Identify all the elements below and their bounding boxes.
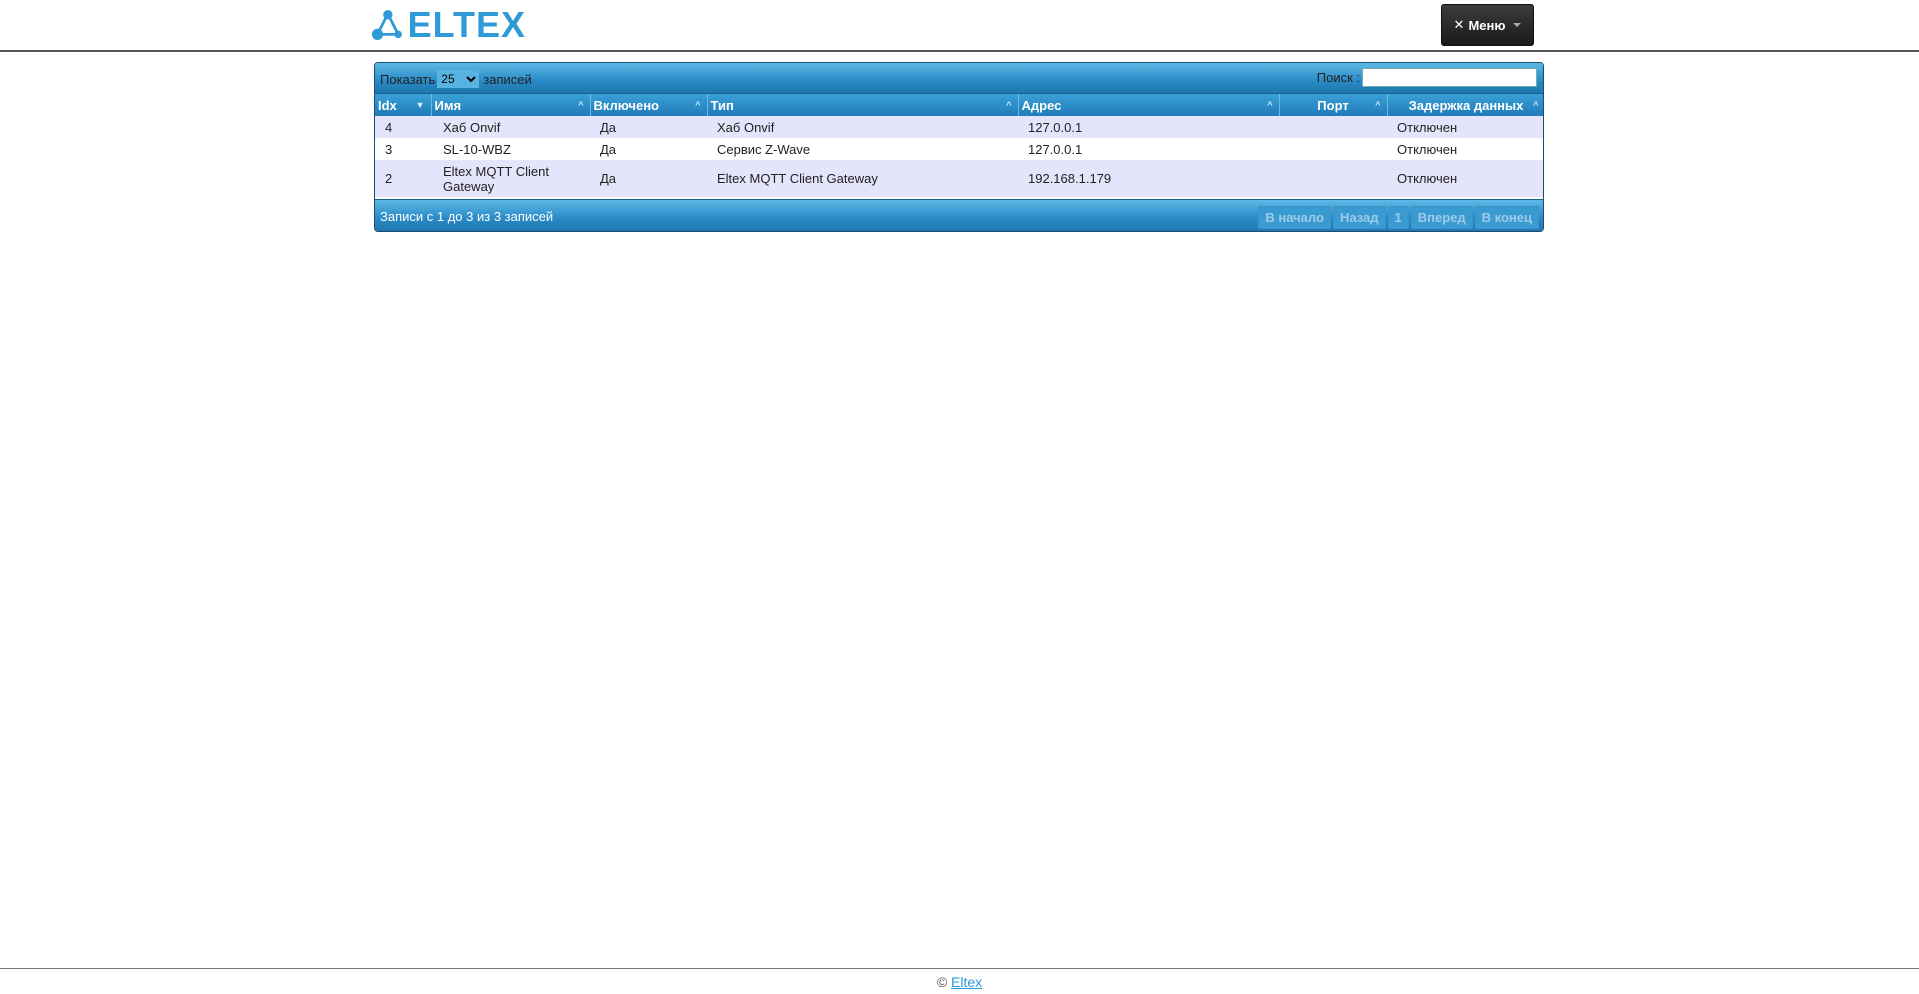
search-control: Поиск :	[1317, 68, 1537, 87]
cell-type: Сервис Z-Wave	[707, 138, 1018, 160]
top-bar: ELTEX ✕ Меню	[0, 0, 1919, 52]
cell-enabled: Да	[590, 138, 707, 160]
page-number-button[interactable]: 1	[1387, 206, 1409, 229]
devices-table: Idx ▼ Имя ^ Включено ^ Тип ^ Адрес ^ Порт ^ За…	[375, 94, 1543, 197]
cell-delay: Отключен	[1387, 138, 1543, 160]
eltex-logo-icon	[371, 9, 402, 41]
sort-icon: ^	[578, 100, 584, 110]
last-page-button[interactable]: В конец	[1474, 206, 1539, 229]
column-header-name[interactable]: Имя ^	[431, 94, 591, 116]
eltex-link[interactable]: Eltex	[951, 974, 982, 990]
eltex-logo[interactable]: ELTEX	[370, 6, 526, 44]
table-row[interactable]: 3 SL-10-WBZ Да Сервис Z-Wave 127.0.0.1 О…	[375, 138, 1543, 160]
tools-icon: ✕	[1453, 17, 1465, 32]
cell-type: Хаб Onvif	[707, 116, 1018, 138]
column-header-delay[interactable]: Задержка данных ^	[1387, 94, 1543, 116]
sort-icon: ^	[1375, 100, 1381, 110]
table-toolbar: Показать 25 записей Поиск :	[375, 63, 1543, 94]
cell-port	[1279, 138, 1387, 160]
page-length-select[interactable]: 25	[437, 70, 480, 88]
menu-label: Меню	[1468, 17, 1506, 33]
cell-name: Хаб Onvif	[431, 116, 590, 138]
table-row[interactable]: 2 Eltex MQTT Client Gateway Да Eltex MQT…	[375, 160, 1543, 197]
prev-page-button[interactable]: Назад	[1332, 206, 1386, 229]
cell-port	[1279, 116, 1387, 138]
cell-delay: Отключен	[1387, 116, 1543, 138]
column-header-idx[interactable]: Idx ▼	[375, 94, 432, 116]
sort-desc-icon: ▼	[415, 100, 425, 110]
table-footer: Записи с 1 до 3 из 3 записей В начало На…	[375, 199, 1543, 231]
cell-idx: 2	[375, 160, 431, 197]
column-header-type[interactable]: Тип ^	[707, 94, 1019, 116]
page-footer: © Eltex	[0, 968, 1919, 994]
show-label: Показать	[380, 71, 436, 87]
caret-down-icon	[1513, 23, 1522, 27]
cell-idx: 3	[375, 138, 431, 160]
sort-icon: ^	[1267, 100, 1273, 110]
next-page-button[interactable]: Вперед	[1410, 206, 1473, 229]
menu-button[interactable]: ✕ Меню	[1441, 4, 1534, 46]
sort-icon: ^	[1533, 100, 1539, 110]
records-info: Записи с 1 до 3 из 3 записей	[380, 209, 554, 224]
cell-address: 127.0.0.1	[1018, 138, 1279, 160]
cell-enabled: Да	[590, 116, 707, 138]
sort-icon: ^	[695, 100, 701, 110]
devices-table-wrapper: Показать 25 записей Поиск : Idx ▼ Имя ^ Вк…	[374, 62, 1544, 232]
cell-address: 127.0.0.1	[1018, 116, 1279, 138]
search-input[interactable]	[1362, 68, 1537, 87]
column-header-port[interactable]: Порт ^	[1279, 94, 1388, 116]
cell-address: 192.168.1.179	[1018, 160, 1279, 197]
column-header-address[interactable]: Адрес ^	[1018, 94, 1280, 116]
column-header-enabled[interactable]: Включено ^	[590, 94, 708, 116]
copyright-symbol: ©	[936, 974, 948, 990]
cell-idx: 4	[375, 116, 431, 138]
cell-enabled: Да	[590, 160, 707, 197]
cell-name: SL-10-WBZ	[431, 138, 590, 160]
cell-name: Eltex MQTT Client Gateway	[431, 160, 590, 197]
cell-type: Eltex MQTT Client Gateway	[707, 160, 1018, 197]
pagination: В начало Назад 1 Вперед В конец	[1258, 206, 1539, 229]
table-row[interactable]: 4 Хаб Onvif Да Хаб Onvif 127.0.0.1 Отклю…	[375, 116, 1543, 138]
table-header-row: Idx ▼ Имя ^ Включено ^ Тип ^ Адрес ^ Порт ^ За…	[375, 94, 1543, 116]
first-page-button[interactable]: В начало	[1258, 206, 1331, 229]
logo-text: ELTEX	[407, 4, 526, 45]
sort-icon: ^	[1006, 100, 1012, 110]
search-label: Поиск :	[1316, 70, 1360, 85]
cell-port	[1279, 160, 1387, 197]
page-length-control: Показать 25 записей	[380, 70, 532, 88]
records-label: записей	[483, 71, 532, 87]
cell-delay: Отключен	[1387, 160, 1543, 197]
